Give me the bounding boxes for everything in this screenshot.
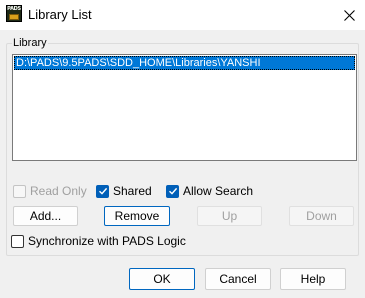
window-title: Library List — [28, 7, 92, 22]
library-group-label: Library — [12, 37, 48, 49]
sync-pads-logic-checkbox[interactable]: Synchronize with PADS Logic — [11, 233, 186, 249]
up-button[interactable]: Up — [197, 206, 262, 226]
library-listbox[interactable]: D:\PADS\9.5PADS\SDD_HOME\Libraries\YANSH… — [12, 54, 357, 161]
chip-graphic — [9, 14, 19, 20]
shared-checkbox[interactable]: Shared — [96, 183, 152, 199]
allow-search-box — [166, 184, 179, 198]
close-button[interactable] — [336, 4, 362, 26]
read-only-label: Read Only — [30, 184, 87, 198]
sync-pads-logic-box — [11, 234, 24, 248]
shared-label: Shared — [113, 184, 152, 198]
library-list-item[interactable]: D:\PADS\9.5PADS\SDD_HOME\Libraries\YANSH… — [14, 56, 355, 70]
close-icon — [343, 9, 355, 21]
pads-app-icon: PADS — [6, 5, 22, 22]
cancel-button[interactable]: Cancel — [205, 268, 271, 290]
sync-pads-logic-label: Synchronize with PADS Logic — [28, 234, 186, 248]
ok-button[interactable]: OK — [129, 268, 195, 290]
down-button[interactable]: Down — [289, 206, 354, 226]
add-button[interactable]: Add... — [13, 206, 78, 226]
allow-search-checkbox[interactable]: Allow Search — [166, 183, 253, 199]
app-icon-text: PADS — [7, 6, 21, 12]
checkmark-icon — [98, 187, 107, 195]
read-only-box — [13, 184, 26, 198]
checkmark-icon — [168, 187, 177, 195]
help-button[interactable]: Help — [280, 268, 346, 290]
allow-search-label: Allow Search — [183, 184, 254, 198]
read-only-checkbox[interactable]: Read Only — [13, 183, 87, 199]
remove-button[interactable]: Remove — [104, 206, 170, 226]
shared-box — [96, 184, 109, 198]
title-bar: PADS Library List — [0, 0, 365, 30]
